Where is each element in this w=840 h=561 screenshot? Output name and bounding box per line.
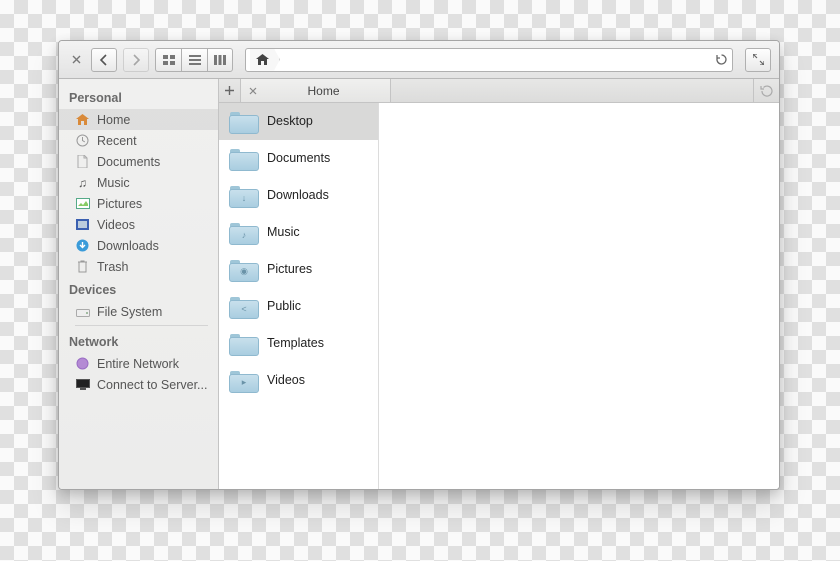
home-icon [75,112,90,127]
folder-row-templates[interactable]: Templates [219,325,378,362]
window-body: Personal Home Recent Documents ♫ Music P… [59,79,779,489]
folder-icon [229,147,257,169]
folder-row-desktop[interactable]: Desktop [219,103,378,140]
sidebar-item-videos[interactable]: Videos [59,214,218,235]
music-icon: ♫ [75,175,90,190]
folder-label: Pictures [267,262,312,276]
sidebar-item-documents[interactable]: Documents [59,151,218,172]
sidebar-item-label: File System [97,305,162,319]
sidebar-item-downloads[interactable]: Downloads [59,235,218,256]
tab-close-button[interactable] [249,87,257,95]
folder-icon: ▸ [229,369,257,391]
download-icon [75,238,90,253]
view-mode-segmented [155,48,233,72]
history-button[interactable] [753,79,779,102]
view-list-button[interactable] [181,48,207,72]
sidebar-item-label: Recent [97,134,137,148]
sidebar-item-label: Videos [97,218,135,232]
reload-button[interactable] [715,53,728,66]
folder-icon: ↓ [229,184,257,206]
folder-row-public[interactable]: < Public [219,288,378,325]
view-columns-button[interactable] [207,48,233,72]
fullscreen-button[interactable] [745,48,771,72]
sidebar: Personal Home Recent Documents ♫ Music P… [59,79,219,489]
folder-row-downloads[interactable]: ↓ Downloads [219,177,378,214]
trash-icon [75,259,90,274]
sidebar-item-connect-server[interactable]: Connect to Server... [59,374,218,395]
folder-label: Documents [267,151,330,165]
columns-icon [214,55,226,65]
sidebar-item-music[interactable]: ♫ Music [59,172,218,193]
folder-icon: ◉ [229,258,257,280]
arrow-right-icon [130,54,142,66]
drive-icon [75,304,90,319]
sidebar-item-trash[interactable]: Trash [59,256,218,277]
folder-row-videos[interactable]: ▸ Videos [219,362,378,399]
arrow-left-icon [98,54,110,66]
sidebar-item-recent[interactable]: Recent [59,130,218,151]
document-icon [75,154,90,169]
folder-icon: ♪ [229,221,257,243]
sidebar-header-personal: Personal [59,85,218,109]
close-icon [72,55,81,64]
monitor-icon [75,377,90,392]
path-bar[interactable] [245,48,733,72]
picture-icon [75,196,90,211]
home-icon [256,54,269,65]
expand-icon [753,54,764,65]
sidebar-item-label: Trash [97,260,129,274]
folder-row-pictures[interactable]: ◉ Pictures [219,251,378,288]
sidebar-item-home[interactable]: Home [59,109,218,130]
folder-label: Downloads [267,188,329,202]
sidebar-item-label: Home [97,113,130,127]
globe-icon [75,356,90,371]
main-area: Home Desktop Documents [219,79,779,489]
miller-column-0[interactable]: Desktop Documents ↓ Downloads ♪ Music [219,103,379,489]
video-icon [75,217,90,232]
column-view-panes: Desktop Documents ↓ Downloads ♪ Music [219,103,779,489]
sidebar-item-filesystem[interactable]: File System [59,301,218,322]
plus-icon [225,86,234,95]
clock-icon [75,133,90,148]
sidebar-separator [75,325,208,326]
sidebar-item-network[interactable]: Entire Network [59,353,218,374]
folder-icon: < [229,295,257,317]
close-icon [249,87,257,95]
sidebar-header-devices: Devices [59,277,218,301]
sidebar-item-label: Pictures [97,197,142,211]
folder-row-documents[interactable]: Documents [219,140,378,177]
tab-home[interactable]: Home [241,79,391,102]
sidebar-item-label: Connect to Server... [97,378,207,392]
list-icon [189,55,201,65]
sidebar-item-pictures[interactable]: Pictures [59,193,218,214]
folder-label: Videos [267,373,305,387]
tab-strip: Home [219,79,779,103]
sidebar-item-label: Documents [97,155,160,169]
tab-strip-spacer [391,79,753,102]
folder-label: Music [267,225,300,239]
nav-forward-button[interactable] [123,48,149,72]
sidebar-item-label: Downloads [97,239,159,253]
sidebar-item-label: Music [97,176,130,190]
toolbar [59,41,779,79]
miller-column-1[interactable] [379,103,779,489]
folder-label: Public [267,299,301,313]
window-close-button[interactable] [67,48,85,72]
tab-new-button[interactable] [219,79,241,102]
sidebar-header-network: Network [59,329,218,353]
tab-label: Home [271,84,376,98]
nav-back-button[interactable] [91,48,117,72]
sidebar-item-label: Entire Network [97,357,179,371]
folder-icon [229,332,257,354]
view-icons-button[interactable] [155,48,181,72]
folder-icon [229,110,257,132]
folder-row-music[interactable]: ♪ Music [219,214,378,251]
grid-icon [163,55,175,65]
folder-label: Desktop [267,114,313,128]
reload-icon [715,53,728,66]
path-segment-home[interactable] [250,49,280,71]
folder-label: Templates [267,336,324,350]
file-manager-window: Personal Home Recent Documents ♫ Music P… [58,40,780,490]
history-icon [760,84,773,97]
